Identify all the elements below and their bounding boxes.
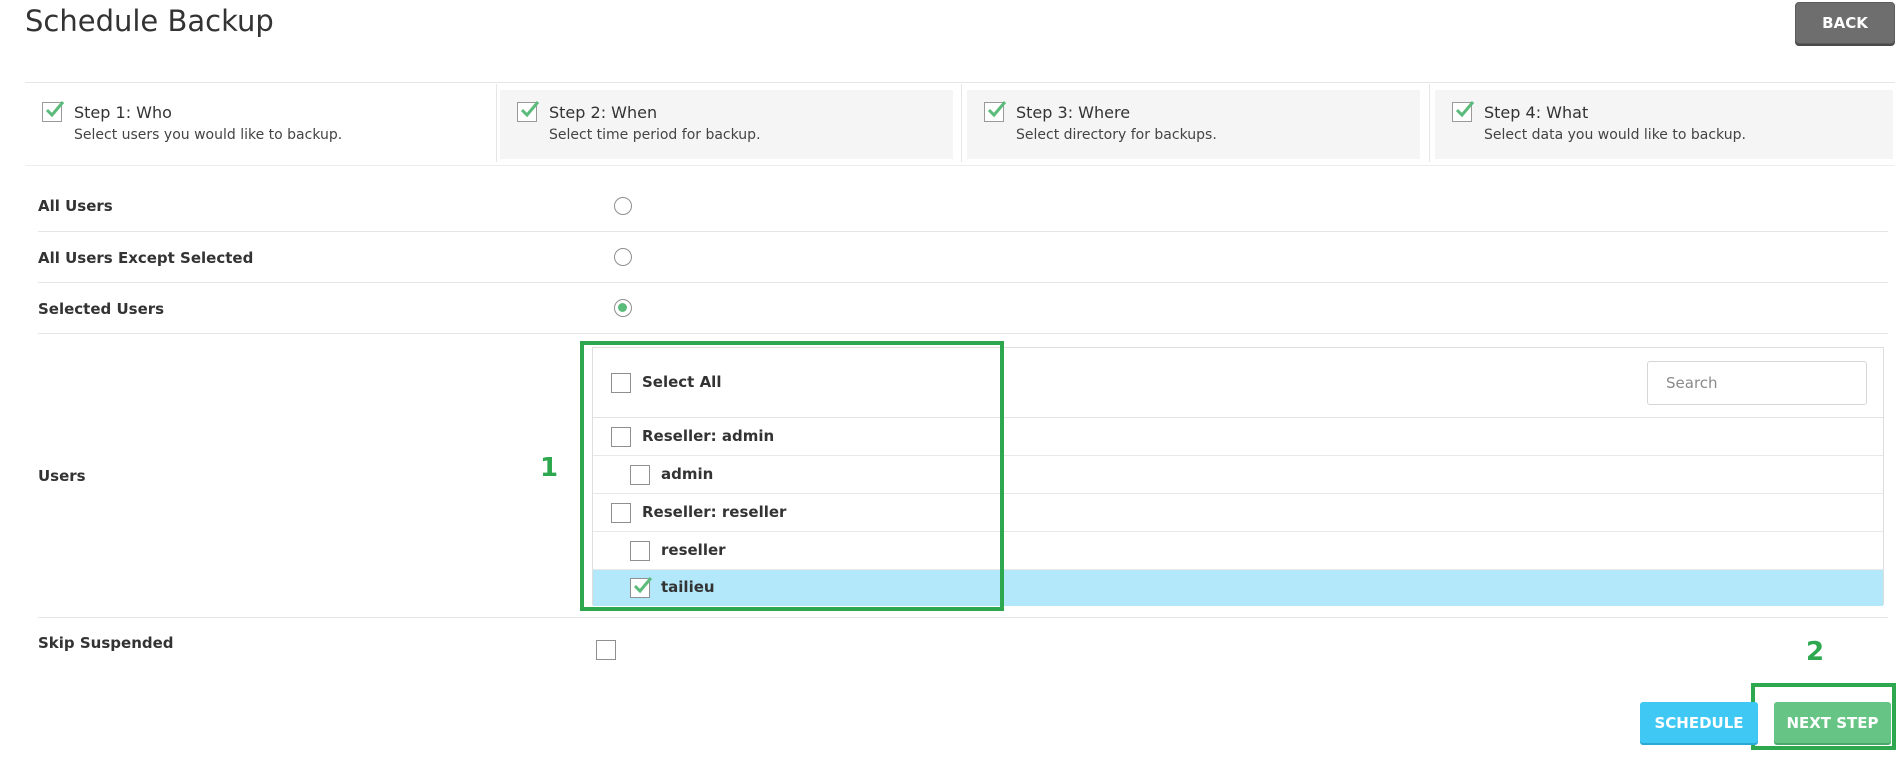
step-description: Select users you would like to backup. — [74, 127, 343, 143]
step-title: Step 3: Where — [1016, 103, 1131, 122]
schedule-button[interactable]: SCHEDULE — [1640, 702, 1758, 743]
annotation-number-1: 1 — [540, 453, 559, 483]
check-icon — [984, 101, 1007, 122]
steps-divider-top — [25, 82, 1895, 83]
step-description: Select time period for backup. — [549, 127, 761, 143]
steps-divider-bottom — [25, 165, 1895, 166]
step-separator — [961, 84, 962, 162]
back-button[interactable]: BACK — [1795, 2, 1895, 44]
row-all-except: All Users Except Selected — [38, 232, 1888, 283]
row-skip-suspended: Skip Suspended — [38, 618, 1888, 668]
all-users-radio[interactable] — [614, 197, 632, 215]
next-step-button[interactable]: NEXT STEP — [1774, 702, 1891, 743]
skip-suspended-label: Skip Suspended — [38, 634, 174, 652]
step-separator — [496, 84, 497, 162]
check-icon — [42, 101, 65, 122]
skip-suspended-checkbox[interactable] — [596, 640, 616, 660]
all-except-radio[interactable] — [614, 248, 632, 266]
step-description: Select data you would like to backup. — [1484, 127, 1746, 143]
step-title: Step 1: Who — [74, 103, 172, 122]
annotation-box-1 — [580, 341, 1004, 611]
step-where[interactable]: Step 3: Where Select directory for backu… — [967, 90, 1420, 159]
step-title: Step 4: What — [1484, 103, 1589, 122]
row-all-users: All Users — [38, 180, 1888, 232]
step-who[interactable]: Step 1: Who Select users you would like … — [25, 90, 493, 159]
row-selected-users: Selected Users — [38, 283, 1888, 334]
annotation-number-2: 2 — [1806, 637, 1825, 667]
step-when[interactable]: Step 2: When Select time period for back… — [500, 90, 953, 159]
all-users-label: All Users — [38, 197, 113, 215]
step-what[interactable]: Step 4: What Select data you would like … — [1435, 90, 1893, 159]
page-title: Schedule Backup — [25, 4, 274, 38]
selected-users-radio[interactable] — [614, 299, 632, 317]
selected-users-label: Selected Users — [38, 300, 165, 318]
all-except-label: All Users Except Selected — [38, 249, 254, 267]
check-icon — [1452, 101, 1475, 122]
search-input[interactable] — [1647, 361, 1867, 405]
step-separator — [1429, 84, 1430, 162]
step-title: Step 2: When — [549, 103, 658, 122]
check-icon — [517, 101, 540, 122]
users-label: Users — [38, 467, 86, 485]
step-description: Select directory for backups. — [1016, 127, 1217, 143]
